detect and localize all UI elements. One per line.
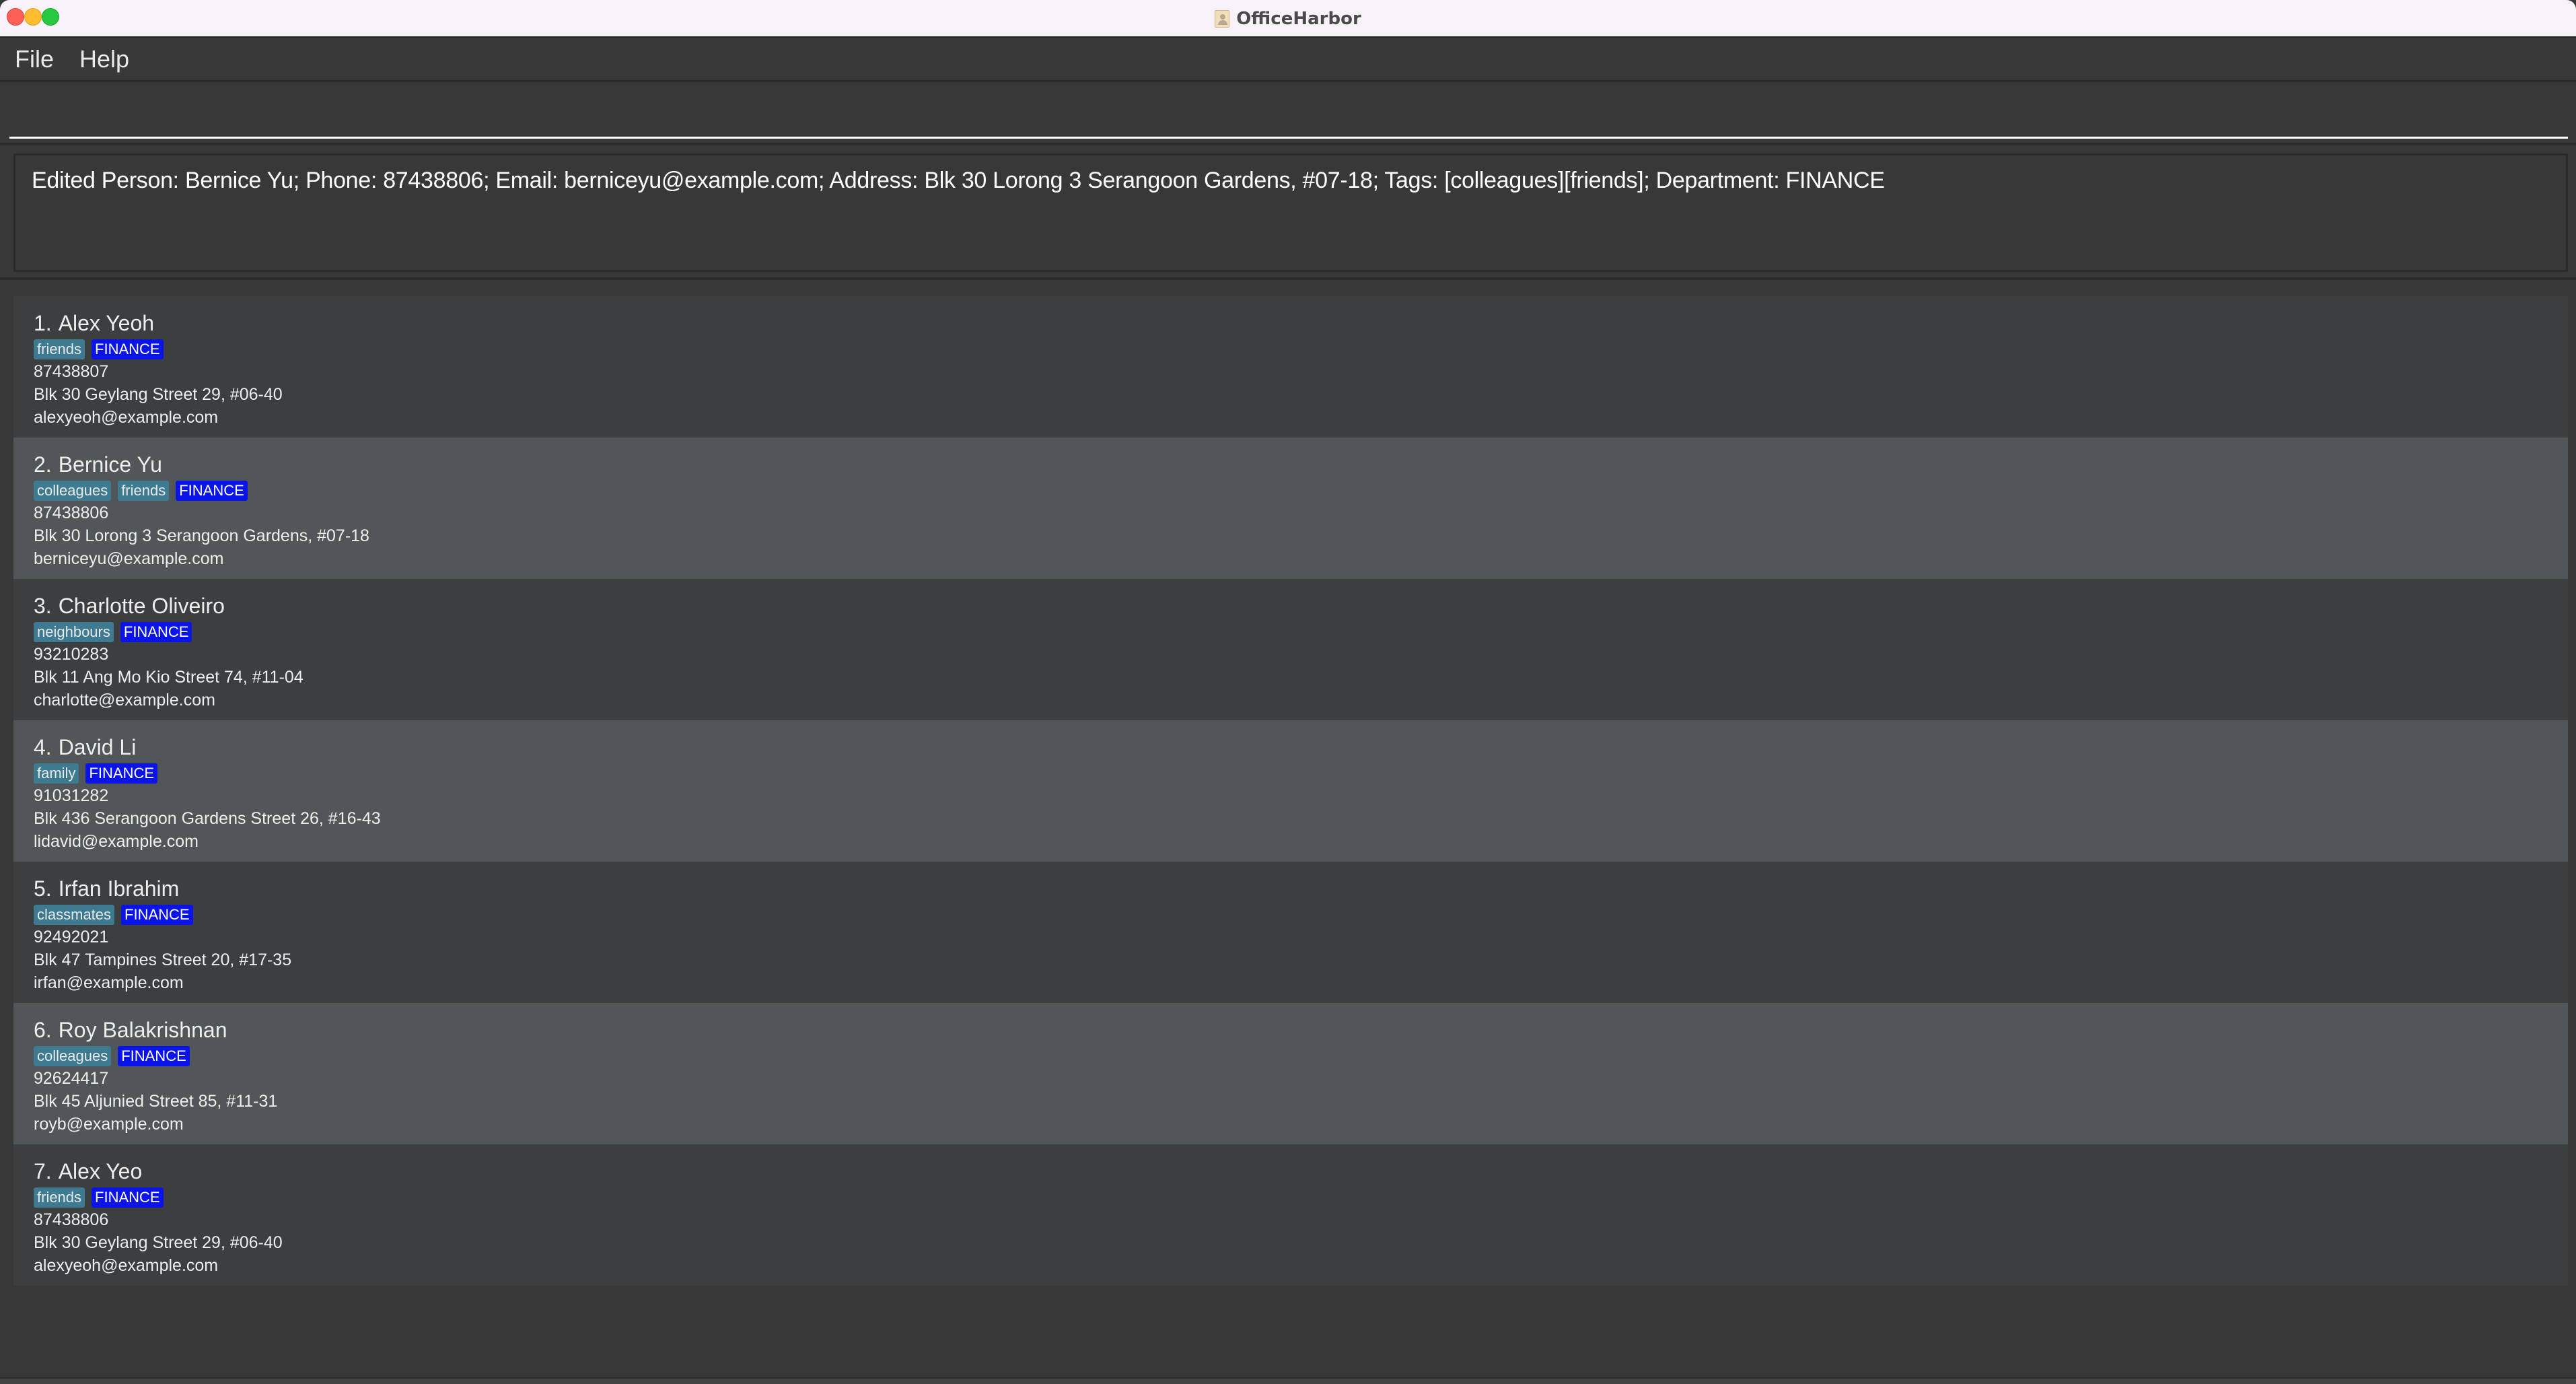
person-address: Blk 30 Lorong 3 Serangoon Gardens, #07-1… [34, 524, 2548, 547]
person-card-2[interactable]: 2. Bernice Yu colleagues friends FINANCE 87… [13, 438, 2568, 579]
person-email: alexyeoh@example.com [34, 406, 2548, 429]
address-book-icon [1215, 10, 1229, 28]
person-name: Alex Yeo [59, 1159, 143, 1184]
person-phone: 91031282 [34, 784, 2548, 807]
person-card-header: 5. Irfan Ibrahim [34, 875, 2548, 902]
person-email: royb@example.com [34, 1113, 2548, 1136]
result-display-container: Edited Person: Bernice Yu; Phone: 874388… [0, 145, 2576, 280]
tag-label: colleagues [34, 1046, 111, 1066]
menu-file[interactable]: File [15, 45, 54, 73]
person-phone: 87438807 [34, 360, 2548, 383]
department-tag: FINANCE [121, 905, 193, 925]
department-tag: FINANCE [85, 763, 157, 784]
tag-label: friends [34, 339, 85, 359]
person-tags: colleagues friends FINANCE [34, 480, 2548, 501]
person-phone: 87438806 [34, 501, 2548, 524]
person-address: Blk 45 Aljunied Street 85, #11-31 [34, 1090, 2548, 1113]
person-card-5[interactable]: 5. Irfan Ibrahim classmates FINANCE 924920… [13, 862, 2568, 1003]
person-phone: 92624417 [34, 1067, 2548, 1090]
person-card-header: 3. Charlotte Oliveiro [34, 592, 2548, 619]
person-name: Charlotte Oliveiro [59, 594, 225, 619]
person-index: 5. [34, 876, 52, 901]
person-phone: 93210283 [34, 643, 2548, 666]
person-tags: colleagues FINANCE [34, 1045, 2548, 1067]
menu-bar: File Help [0, 38, 2576, 82]
person-list-panel: 1. Alex Yeoh friends FINANCE 87438807 Blk … [0, 283, 2576, 1377]
status-bar [0, 1377, 2576, 1384]
tag-label: neighbours [34, 622, 114, 642]
tag-label: colleagues [34, 481, 111, 501]
person-name: Irfan Ibrahim [59, 876, 180, 901]
window-title: OfficeHarbor [1236, 9, 1361, 29]
result-message: Edited Person: Bernice Yu; Phone: 874388… [32, 168, 2550, 194]
person-card-header: 6. Roy Balakrishnan [34, 1016, 2548, 1043]
department-tag: FINANCE [118, 1046, 190, 1066]
menu-help[interactable]: Help [79, 45, 129, 73]
person-card-4[interactable]: 4. David Li family FINANCE 91031282 Blk 43… [13, 720, 2568, 862]
person-card-7[interactable]: 7. Alex Yeo friends FINANCE 87438806 Blk 3… [13, 1144, 2568, 1286]
person-name: Bernice Yu [59, 452, 162, 477]
person-name: Alex Yeoh [59, 311, 154, 336]
person-index: 2. [34, 452, 52, 477]
person-card-header: 1. Alex Yeoh [34, 310, 2548, 337]
tag-label: friends [34, 1187, 85, 1208]
command-box-container [0, 82, 2576, 145]
person-address: Blk 436 Serangoon Gardens Street 26, #16… [34, 807, 2548, 830]
result-display[interactable]: Edited Person: Bernice Yu; Phone: 874388… [13, 153, 2568, 272]
person-tags: classmates FINANCE [34, 904, 2548, 926]
person-name: David Li [59, 735, 137, 760]
person-address: Blk 11 Ang Mo Kio Street 74, #11-04 [34, 666, 2548, 689]
person-email: alexyeoh@example.com [34, 1254, 2548, 1277]
person-email: berniceyu@example.com [34, 547, 2548, 570]
person-index: 4. [34, 735, 52, 760]
person-card-6[interactable]: 6. Roy Balakrishnan colleagues FINANCE 926… [13, 1003, 2568, 1144]
person-phone: 87438806 [34, 1208, 2548, 1231]
tag-label: friends [118, 481, 169, 501]
person-email: lidavid@example.com [34, 830, 2548, 853]
tag-label: classmates [34, 905, 114, 925]
person-tags: friends FINANCE [34, 339, 2548, 360]
window-title-group: OfficeHarbor [0, 0, 2576, 38]
person-index: 3. [34, 594, 52, 619]
person-index: 1. [34, 311, 52, 336]
person-card-header: 4. David Li [34, 734, 2548, 761]
department-tag: FINANCE [92, 339, 164, 359]
person-index: 7. [34, 1159, 52, 1184]
command-input[interactable] [9, 88, 2568, 139]
person-email: irfan@example.com [34, 971, 2548, 994]
person-tags: friends FINANCE [34, 1187, 2548, 1208]
person-name: Roy Balakrishnan [59, 1018, 227, 1043]
person-card-header: 2. Bernice Yu [34, 451, 2548, 478]
person-email: charlotte@example.com [34, 689, 2548, 712]
title-bar: OfficeHarbor [0, 0, 2576, 38]
person-address: Blk 47 Tampines Street 20, #17-35 [34, 948, 2548, 971]
person-list[interactable]: 1. Alex Yeoh friends FINANCE 87438807 Blk … [13, 296, 2568, 1286]
person-card-3[interactable]: 3. Charlotte Oliveiro neighbours FINANCE 9… [13, 579, 2568, 720]
person-address: Blk 30 Geylang Street 29, #06-40 [34, 383, 2548, 406]
person-address: Blk 30 Geylang Street 29, #06-40 [34, 1231, 2548, 1254]
person-card-1[interactable]: 1. Alex Yeoh friends FINANCE 87438807 Blk … [13, 296, 2568, 438]
department-tag: FINANCE [120, 622, 192, 642]
person-card-header: 7. Alex Yeo [34, 1158, 2548, 1185]
person-phone: 92492021 [34, 926, 2548, 948]
person-index: 6. [34, 1018, 52, 1043]
department-tag: FINANCE [176, 481, 248, 501]
tag-label: family [34, 763, 79, 784]
person-tags: neighbours FINANCE [34, 621, 2548, 643]
person-tags: family FINANCE [34, 763, 2548, 784]
department-tag: FINANCE [92, 1187, 164, 1208]
